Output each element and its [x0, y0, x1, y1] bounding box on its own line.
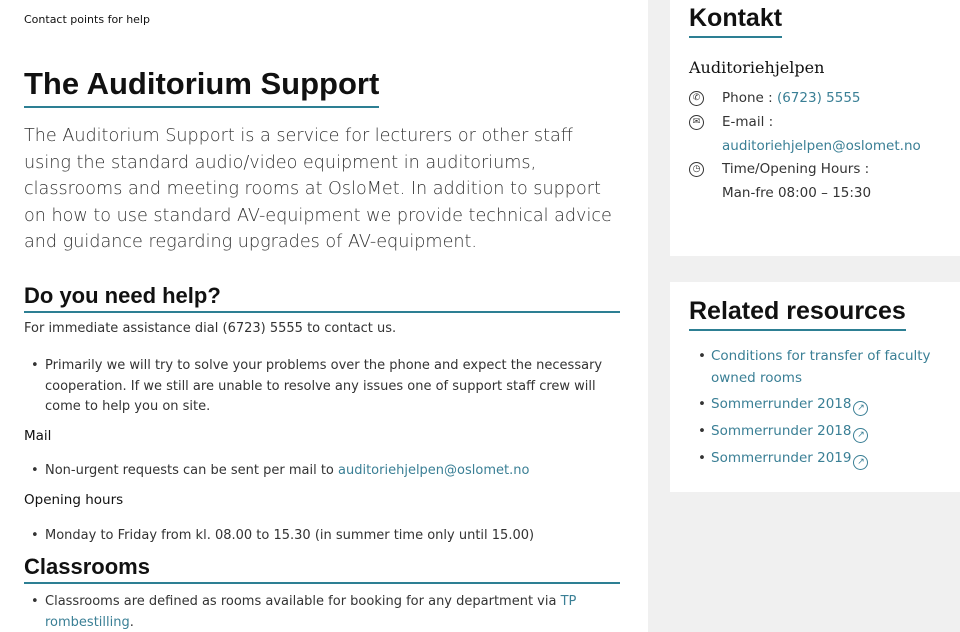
classrooms-bullet-text: Classrooms are defined as rooms availabl… — [45, 594, 561, 609]
related-item-label[interactable]: Sommerrunder 2018 — [711, 423, 851, 439]
external-link-icon: ↗ — [853, 428, 869, 443]
related-item-label[interactable]: Sommerrunder 2019 — [711, 450, 851, 466]
email-link[interactable]: auditoriehjelpen@oslomet.no — [722, 135, 921, 159]
phone-link[interactable]: (6723) 5555 — [777, 90, 861, 106]
hours-value: Man-fre 08:00 – 15:30 — [722, 185, 872, 201]
classrooms-heading: Classrooms — [24, 553, 620, 584]
bullet-dot: • — [31, 463, 39, 478]
bullet-dot: • — [31, 358, 39, 373]
breadcrumb[interactable]: Contact points for help — [24, 13, 150, 26]
related-item-label[interactable]: Sommerrunder 2018 — [711, 396, 851, 412]
external-link-icon: ↗ — [853, 455, 869, 470]
help-intro: For immediate assistance dial (6723) 555… — [24, 321, 397, 336]
page-title: The Auditorium Support — [24, 66, 380, 108]
mail-link[interactable]: auditoriehjelpen@oslomet.no — [338, 463, 529, 478]
related-item-sommerrunder-2018-b[interactable]: • Sommerrunder 2018 ↗ — [698, 420, 948, 443]
related-list: • Conditions for transfer of faculty own… — [698, 345, 948, 474]
related-title: Related resources — [689, 296, 906, 331]
mail-icon: ✉ — [689, 115, 704, 130]
classrooms-bullet-end: . — [129, 614, 134, 630]
bullet-dot: • — [698, 423, 706, 439]
lead-paragraph: The Auditorium Support is a service for … — [24, 126, 612, 252]
bullet-dot: • — [698, 348, 706, 364]
classrooms-bullet: Classrooms are defined as rooms availabl… — [31, 592, 621, 632]
main-content: Contact points for help The Auditorium S… — [0, 0, 648, 632]
external-link-icon: ↗ — [853, 401, 869, 416]
related-item-conditions[interactable]: • Conditions for transfer of faculty own… — [698, 345, 948, 389]
bullet-dot: • — [698, 396, 706, 412]
contact-title: Kontakt — [689, 3, 783, 38]
hours-bullet-text: Monday to Friday from kl. 08.00 to 15.30… — [45, 528, 535, 543]
hours-label: Time/Opening Hours : — [722, 161, 870, 177]
list-item: • Monday to Friday from kl. 08.00 to 15.… — [31, 526, 621, 547]
mail-heading: Mail — [24, 428, 52, 444]
bullet-dot: • — [31, 528, 39, 543]
help-heading: Do you need help? — [24, 282, 620, 313]
email-label: E-mail : — [722, 114, 774, 130]
mail-bullet-text: Non-urgent requests can be sent per mail… — [45, 463, 339, 478]
phone-icon: ✆ — [689, 91, 704, 106]
list-item: • Classrooms are defined as rooms availa… — [31, 592, 621, 632]
opening-hours-heading: Opening hours — [24, 492, 124, 508]
help-bullet-text: Primarily we will try to solve your prob… — [45, 358, 603, 414]
phone-text: Phone : (6723) 5555 — [722, 87, 861, 111]
related-item-sommerrunder-2018-a[interactable]: • Sommerrunder 2018 ↗ — [698, 393, 948, 416]
bullet-dot: • — [698, 450, 706, 466]
clock-icon: ◷ — [689, 162, 704, 177]
list-item: • Primarily we will try to solve your pr… — [31, 356, 621, 418]
list-item: • Non-urgent requests can be sent per ma… — [31, 461, 621, 482]
phone-label: Phone : — [722, 90, 777, 106]
related-item-label[interactable]: Conditions for transfer of faculty owned… — [711, 348, 931, 386]
bullet-dot: • — [31, 594, 39, 609]
related-resources-card: Related resources • Conditions for trans… — [670, 282, 960, 492]
contact-card: Kontakt Auditoriehjelpen ✆ Phone : (6723… — [670, 0, 960, 256]
related-item-sommerrunder-2019[interactable]: • Sommerrunder 2019 ↗ — [698, 447, 948, 470]
contact-name: Auditoriehjelpen — [689, 58, 825, 77]
mail-bullet: Non-urgent requests can be sent per mail… — [31, 461, 621, 482]
